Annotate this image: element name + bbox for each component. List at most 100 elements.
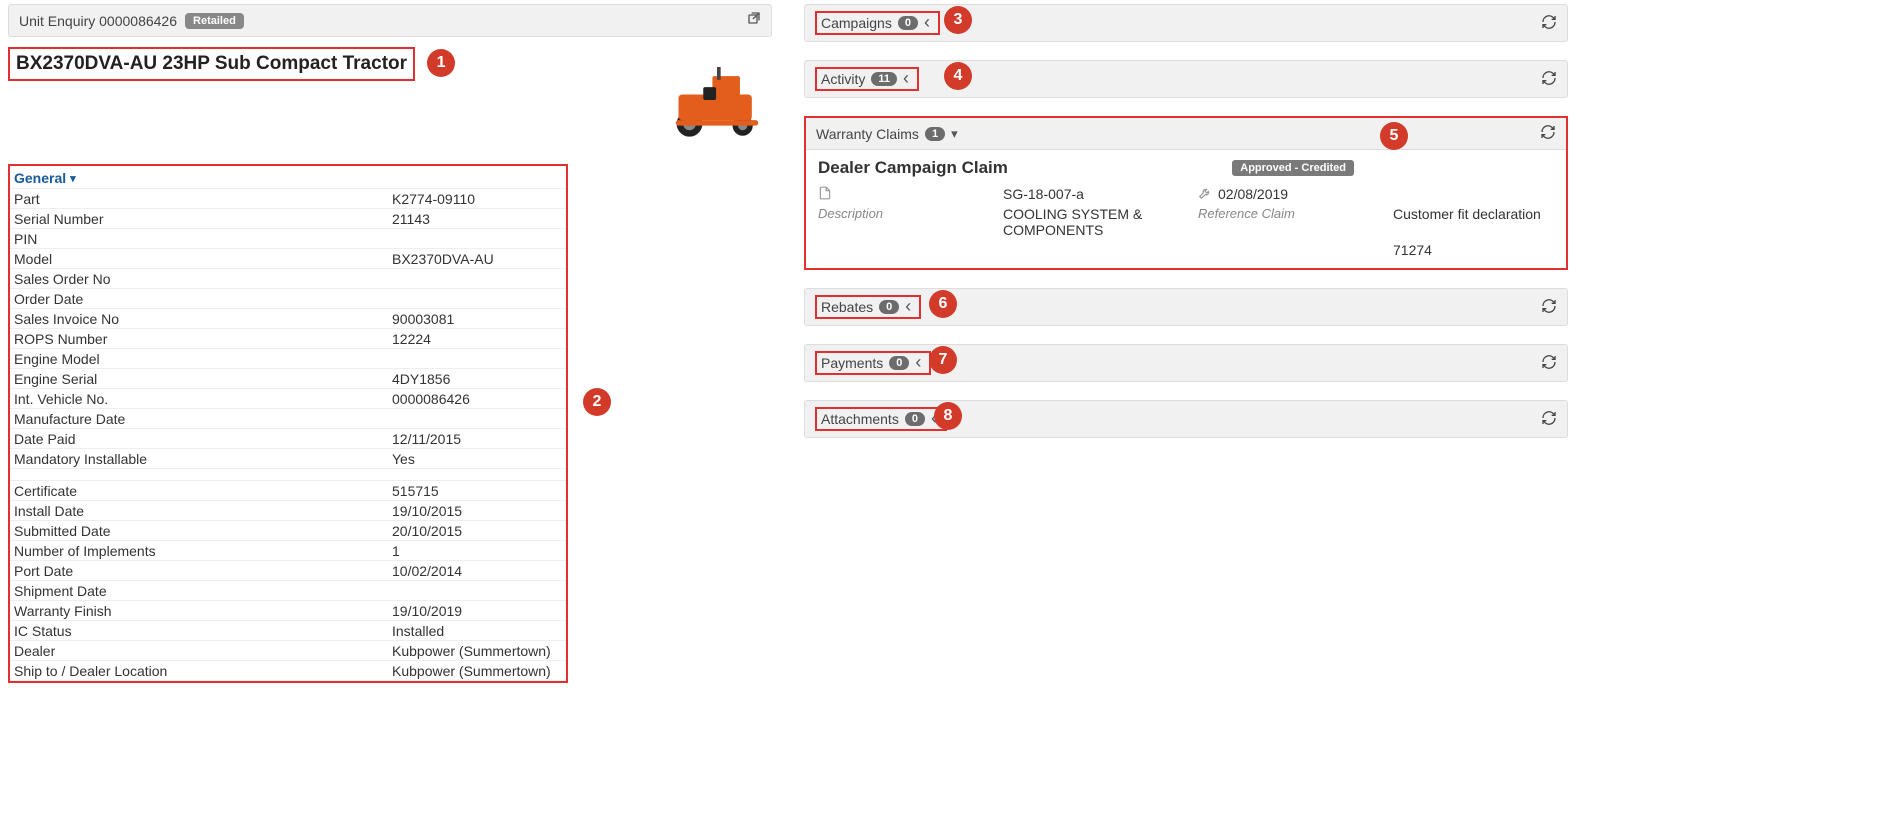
detail-row: Sales Invoice No90003081 [10,309,566,329]
status-badge-retailed: Retailed [185,13,244,29]
rebates-section: Rebates 0 [804,288,1568,326]
payments-toggle[interactable]: Payments 0 [815,351,931,375]
annotation-1: 1 [427,49,455,77]
chevron-left-icon [905,300,911,315]
document-icon [818,186,1003,202]
chevron-left-icon [924,16,930,31]
description-label: Description [818,206,1003,238]
claim-reference: Customer fit declaration [1393,206,1563,238]
detail-row: PIN [10,229,566,249]
detail-label: Shipment Date [14,583,392,599]
detail-value: 515715 [392,483,562,499]
detail-row: Warranty Finish19/10/2019 [10,601,566,621]
warranty-claim-item[interactable]: Dealer Campaign Claim Approved - Credite… [806,150,1566,268]
detail-label: Submitted Date [14,523,392,539]
detail-label: PIN [14,231,392,247]
attachments-title: Attachments [821,411,899,427]
detail-row: ModelBX2370DVA-AU [10,249,566,269]
activity-section: Activity 11 [804,60,1568,98]
detail-value: 4DY1856 [392,371,562,387]
detail-row: Engine Model [10,349,566,369]
detail-value: Installed [392,623,562,639]
detail-row: Engine Serial4DY1856 [10,369,566,389]
payments-section: Payments 0 [804,344,1568,382]
refresh-icon[interactable] [1541,410,1557,429]
detail-label: Ship to / Dealer Location [14,663,392,679]
campaigns-toggle[interactable]: Campaigns 0 [815,11,940,35]
detail-label: ROPS Number [14,331,392,347]
refresh-icon[interactable] [1541,70,1557,89]
warranty-title: Warranty Claims [816,126,919,142]
detail-row: DealerKubpower (Summertown) [10,641,566,661]
detail-value: Kubpower (Summertown) [392,663,562,679]
detail-row: Serial Number21143 [10,209,566,229]
detail-row: Certificate515715 [10,481,566,501]
campaigns-count: 0 [898,16,918,30]
campaigns-title: Campaigns [821,15,892,31]
detail-label: Engine Model [14,351,392,367]
detail-label: Port Date [14,563,392,579]
detail-value: 0000086426 [392,391,562,407]
product-title: BX2370DVA-AU 23HP Sub Compact Tractor [10,49,413,79]
warranty-section: Warranty Claims 1 ▾ [806,118,1566,150]
detail-label: Dealer [14,643,392,659]
detail-label: Certificate [14,483,392,499]
detail-label: Date Paid [14,431,392,447]
popout-icon[interactable] [745,11,761,30]
detail-value: Kubpower (Summertown) [392,643,562,659]
detail-row: Order Date [10,289,566,309]
rebates-title: Rebates [821,299,873,315]
activity-count: 11 [871,72,897,86]
chevron-left-icon [903,72,909,87]
refresh-icon[interactable] [1541,14,1557,33]
detail-row: Shipment Date [10,581,566,601]
detail-label: Int. Vehicle No. [14,391,392,407]
detail-row: PartK2774-09110 [10,189,566,209]
detail-row: Number of Implements1 [10,541,566,561]
detail-row: IC StatusInstalled [10,621,566,641]
detail-row: Mandatory InstallableYes [10,449,566,469]
chevron-down-icon: ▾ [951,126,958,142]
attachments-toggle[interactable]: Attachments 0 [815,407,947,431]
refresh-icon[interactable] [1541,354,1557,373]
claim-title: Dealer Campaign Claim [818,158,1008,178]
detail-value: 12224 [392,331,562,347]
refresh-icon[interactable] [1541,298,1557,317]
detail-value: BX2370DVA-AU [392,251,562,267]
detail-value: 10/02/2014 [392,563,562,579]
unit-enquiry-title: Unit Enquiry 0000086426 [19,13,177,29]
activity-toggle[interactable]: Activity 11 [815,67,919,91]
detail-value: 1 [392,543,562,559]
detail-label: Manufacture Date [14,411,392,427]
detail-label: Mandatory Installable [14,451,392,467]
claim-code: SG-18-007-a [1003,186,1198,202]
rebates-toggle[interactable]: Rebates 0 [815,295,921,319]
detail-row: Manufacture Date [10,409,566,429]
detail-row: Ship to / Dealer LocationKubpower (Summe… [10,661,566,681]
detail-value: 19/10/2015 [392,503,562,519]
warranty-toggle[interactable]: Warranty Claims 1 ▾ [816,126,958,142]
detail-value: 90003081 [392,311,562,327]
detail-row: Sales Order No [10,269,566,289]
detail-label: Order Date [14,291,392,307]
detail-label: Sales Order No [14,271,392,287]
unit-enquiry-header: Unit Enquiry 0000086426 Retailed [8,4,772,37]
detail-label: Model [14,251,392,267]
claim-number: 71274 [1393,242,1563,258]
chevron-left-icon [931,412,937,427]
detail-label: Warranty Finish [14,603,392,619]
payments-title: Payments [821,355,883,371]
general-section-toggle[interactable]: General ▾ [10,166,566,189]
refresh-icon[interactable] [1540,124,1556,143]
detail-label: Serial Number [14,211,392,227]
attachments-count: 0 [905,412,925,426]
detail-label: Number of Implements [14,543,392,559]
detail-row: Port Date10/02/2014 [10,561,566,581]
claim-status-badge: Approved - Credited [1232,160,1354,176]
detail-label: Engine Serial [14,371,392,387]
general-section-label: General [14,170,66,186]
rebates-count: 0 [879,300,899,314]
tools-icon: 02/08/2019 [1198,186,1393,202]
detail-value: Yes [392,451,562,467]
detail-label: Install Date [14,503,392,519]
